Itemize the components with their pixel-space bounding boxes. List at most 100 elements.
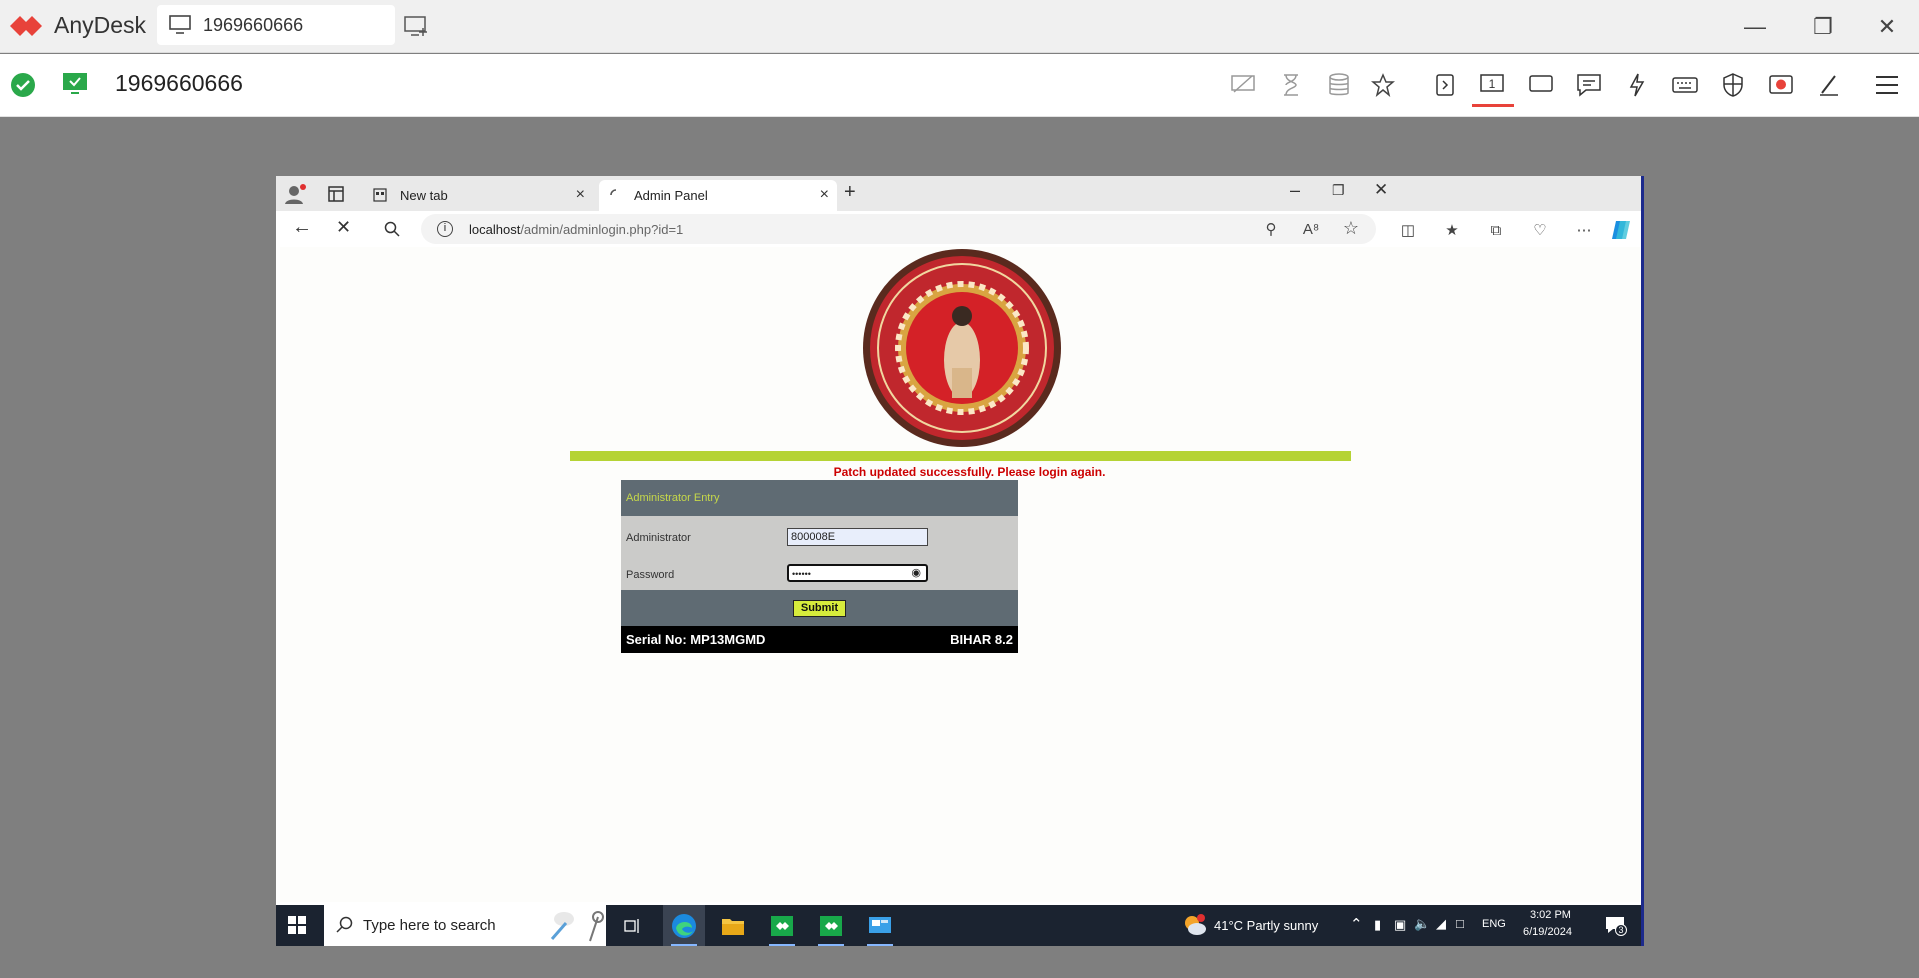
browser-restore-icon[interactable]: ❐	[1332, 182, 1345, 199]
copilot-icon[interactable]	[1610, 219, 1632, 241]
new-tab-plus-icon[interactable]: +	[844, 181, 856, 204]
header-divider	[570, 451, 1351, 461]
password-input[interactable]: •••••• ◉	[787, 564, 928, 582]
connected-check-icon	[11, 73, 35, 97]
active-monitor-indicator	[1472, 104, 1514, 107]
tab-close-icon[interactable]: ×	[576, 186, 585, 204]
actions-lightning-icon[interactable]	[1622, 70, 1652, 100]
url-path: /admin/adminlogin.php?id=1	[520, 222, 684, 237]
close-icon[interactable]: ✕	[1872, 12, 1902, 42]
notifications-icon[interactable]: 3	[1604, 914, 1627, 936]
remote-address: 1969660666	[115, 70, 243, 96]
svg-text:1: 1	[1489, 77, 1496, 91]
password-label: Password	[626, 569, 675, 581]
anydesk-taskbar-icon-1[interactable]	[761, 905, 803, 946]
browser-essentials-icon[interactable]: ♡	[1530, 220, 1550, 240]
app-name: AnyDesk	[54, 12, 147, 38]
favorites-icon[interactable]: ★	[1442, 220, 1462, 240]
search-glass-icon	[336, 916, 353, 933]
split-screen-icon[interactable]: ◫	[1398, 220, 1418, 240]
tab-new-tab[interactable]: New tab ×	[365, 180, 593, 211]
network-icon[interactable]: ◢	[1436, 916, 1446, 932]
login-form: Administrator Entry Administrator 800008…	[621, 480, 1018, 653]
clock-time[interactable]: 3:02 PM	[1530, 909, 1571, 921]
weather-text[interactable]: 41°C Partly sunny	[1214, 918, 1318, 933]
privacy-icon[interactable]	[1228, 70, 1258, 100]
database-icon[interactable]	[1324, 70, 1354, 100]
back-arrow-icon[interactable]: ←	[292, 216, 312, 239]
form-title: Administrator Entry	[621, 480, 1018, 516]
profile-icon[interactable]	[284, 184, 306, 204]
show-password-eye-icon[interactable]: ◉	[911, 566, 921, 579]
tab-close-icon[interactable]: ×	[820, 186, 829, 204]
device-icon[interactable]: ▣	[1394, 917, 1406, 933]
file-transfer-icon[interactable]	[1430, 70, 1460, 100]
search-icon[interactable]	[384, 221, 400, 237]
favorites-star-icon[interactable]	[1368, 70, 1398, 100]
address-bar[interactable]: i localhost/admin/adminlogin.php?id=1 ⚲ …	[421, 214, 1376, 244]
anydesk-taskbar-icon-2[interactable]	[810, 905, 852, 946]
tray-overflow-chevron-icon[interactable]: ⌃	[1350, 915, 1363, 933]
edge-taskbar-icon[interactable]	[663, 905, 705, 946]
file-explorer-icon[interactable]	[712, 905, 754, 946]
remote-monitor-icon	[63, 73, 87, 94]
loading-spinner-icon	[610, 189, 617, 196]
browser-tab-strip: New tab × Admin Panel × + – ❐ ✕	[276, 176, 1641, 211]
whiteboard-pen-icon[interactable]	[1814, 70, 1844, 100]
display-tray-icon[interactable]: □	[1456, 916, 1464, 931]
monitor-icon	[169, 15, 191, 34]
more-options-icon[interactable]: ⋯	[1574, 220, 1594, 240]
web-page: Patch updated successfully. Please login…	[280, 247, 1640, 902]
tab-label: Admin Panel	[634, 188, 708, 203]
clock-date[interactable]: 6/19/2024	[1523, 926, 1572, 938]
minimize-icon[interactable]: —	[1740, 12, 1770, 42]
search-placeholder: Type here to search	[363, 917, 496, 934]
monitor-1-icon[interactable]: 1	[1477, 70, 1507, 100]
session-tab-label: 1969660666	[203, 15, 304, 35]
anydesk-toolbar: 1969660666 1	[0, 54, 1919, 117]
read-aloud-icon[interactable]: A⁸	[1301, 219, 1321, 239]
remote-screen[interactable]: New tab × Admin Panel × + – ❐ ✕ ← ✕ i lo…	[276, 176, 1644, 946]
notification-count-badge: 3	[1615, 924, 1627, 936]
record-icon[interactable]	[1766, 70, 1796, 100]
browser-minimize-icon[interactable]: –	[1290, 180, 1300, 201]
session-tab[interactable]: 1969660666	[157, 5, 395, 45]
restore-icon[interactable]: ❐	[1808, 12, 1838, 42]
hourglass-icon[interactable]	[1276, 70, 1306, 100]
battery-icon[interactable]: ▮	[1374, 917, 1381, 933]
anydesk-title-bar: AnyDesk 1969660666 — ❐ ✕	[0, 0, 1919, 53]
weather-partly-sunny-icon[interactable]	[1182, 913, 1208, 937]
tab-admin-panel[interactable]: Admin Panel ×	[599, 180, 837, 211]
browser-close-icon[interactable]: ✕	[1374, 180, 1388, 200]
new-tab-page-icon	[373, 188, 387, 202]
tab-label: New tab	[400, 188, 448, 203]
collections-icon[interactable]: ⧉	[1486, 220, 1506, 240]
windows-taskbar: Type here to search 41°C Partly sunny ⌃ …	[276, 905, 1641, 946]
site-info-icon[interactable]: i	[437, 221, 453, 237]
new-session-icon[interactable]	[404, 14, 430, 38]
serial-number: Serial No: MP13MGMD	[626, 632, 766, 647]
administrator-input[interactable]: 800008E	[787, 528, 928, 546]
stop-loading-icon[interactable]: ✕	[336, 217, 351, 238]
language-indicator[interactable]: ENG	[1482, 918, 1506, 930]
display-icon[interactable]	[1526, 70, 1556, 100]
chat-icon[interactable]	[1574, 70, 1604, 100]
windows-start-icon[interactable]	[288, 916, 306, 934]
favorite-star-icon[interactable]: ☆	[1341, 218, 1361, 238]
menu-hamburger-icon[interactable]	[1872, 70, 1902, 100]
search-highlight-icon	[550, 911, 604, 942]
board-seal-logo	[863, 249, 1061, 447]
taskbar-search[interactable]: Type here to search	[324, 905, 606, 946]
keyboard-icon[interactable]	[1670, 70, 1700, 100]
submit-button[interactable]: Submit	[793, 600, 846, 617]
volume-icon[interactable]: 🔈	[1414, 916, 1430, 932]
anydesk-logo-icon	[10, 16, 42, 36]
password-key-icon[interactable]: ⚲	[1261, 219, 1281, 239]
status-message: Patch updated successfully. Please login…	[833, 465, 1106, 479]
task-view-icon[interactable]	[612, 905, 654, 946]
remote-desktop-taskbar-icon[interactable]	[859, 905, 901, 946]
tab-actions-icon[interactable]	[328, 186, 344, 202]
permissions-shield-icon[interactable]	[1718, 70, 1748, 100]
browser-navbar: ← ✕ i localhost/admin/adminlogin.php?id=…	[276, 211, 1641, 247]
administrator-label: Administrator	[626, 532, 691, 544]
